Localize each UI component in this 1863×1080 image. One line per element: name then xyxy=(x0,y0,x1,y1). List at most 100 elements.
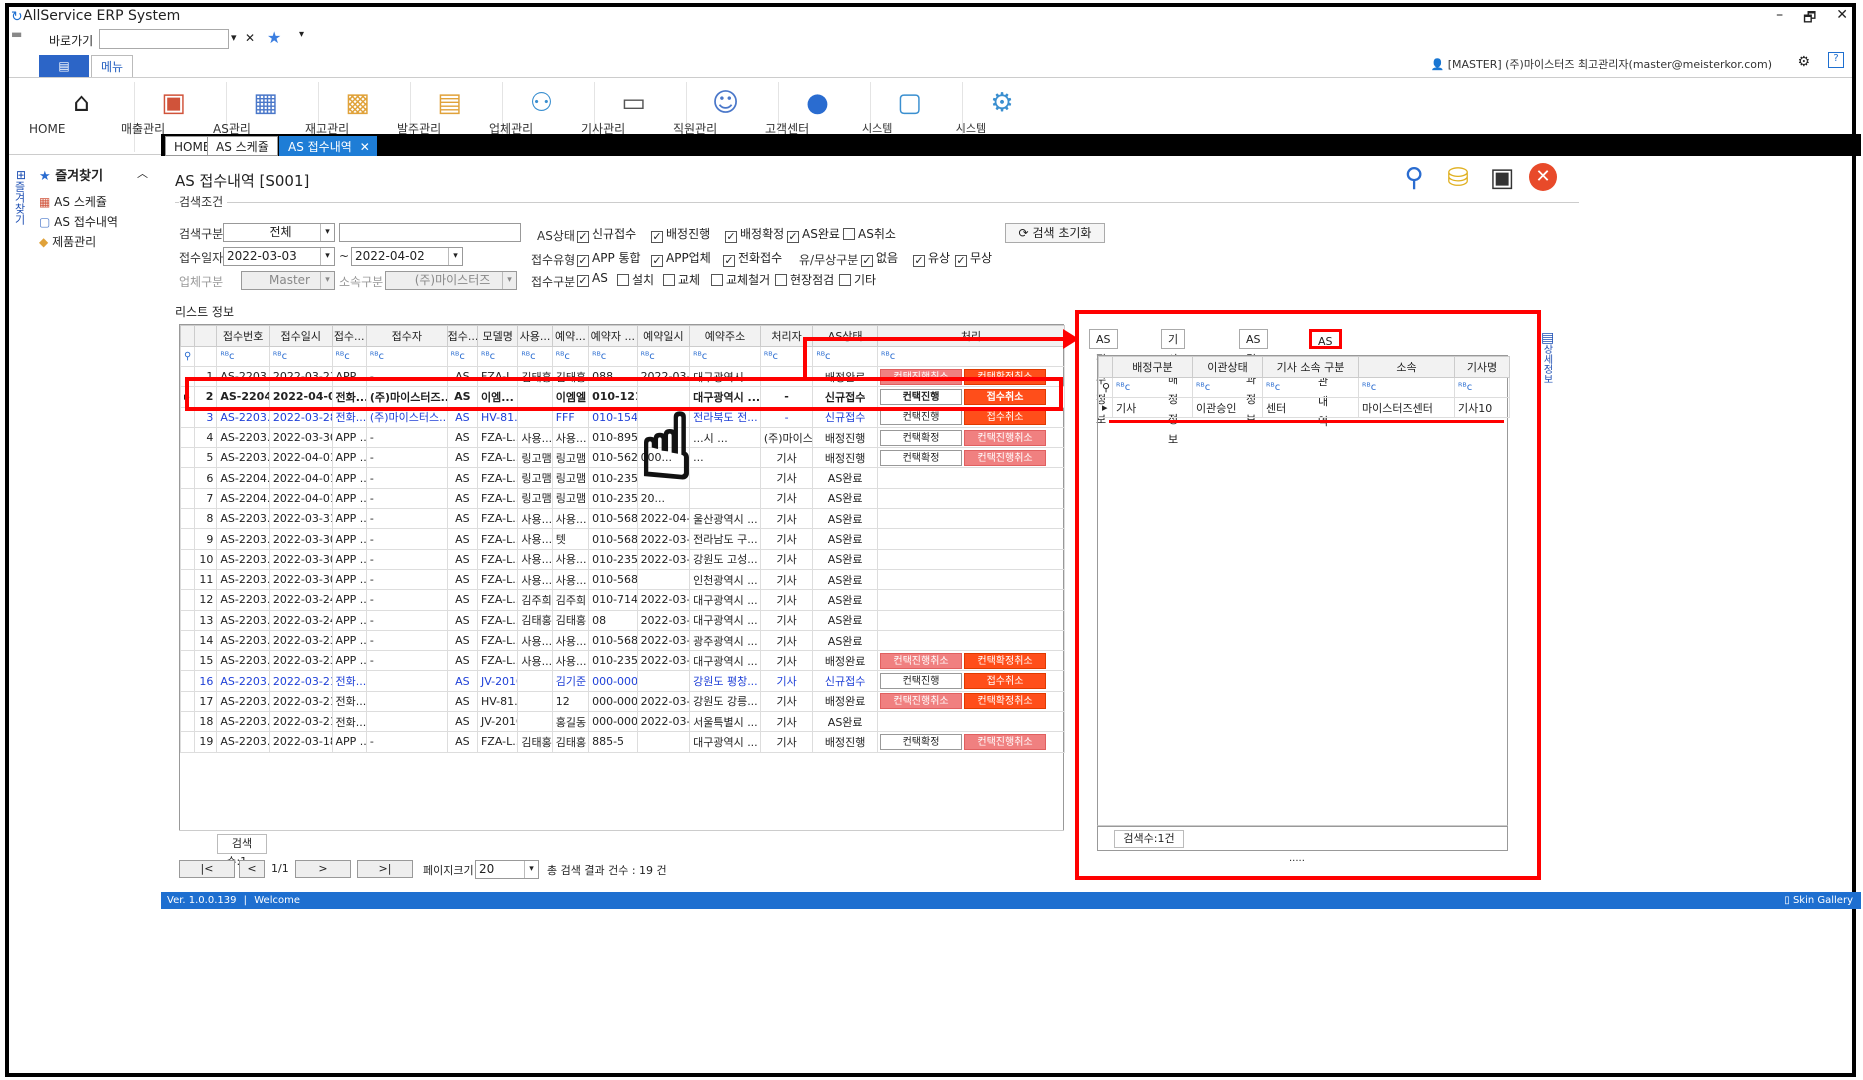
table-row[interactable]: 13AS-2203...2022-03-24...APP ...-ASFZA-L… xyxy=(179,609,1065,631)
favorites-vertical-tab[interactable]: ⊞ 즐겨찾기 xyxy=(13,169,29,225)
add-db-icon[interactable]: ⛁ xyxy=(1443,163,1473,193)
column-header[interactable]: 예약자 ... xyxy=(588,325,638,347)
minimize-button[interactable]: – xyxy=(1776,7,1783,25)
table-row[interactable]: 7AS-2204...2022-04-01...APP ...-ASFZA-L.… xyxy=(179,487,1065,510)
search-text-input[interactable] xyxy=(339,223,521,242)
collapse-icon[interactable]: ︿ xyxy=(137,165,148,181)
restore-button[interactable]: 🗗 xyxy=(1803,7,1816,26)
action-button[interactable]: 컨택확정취소 xyxy=(964,693,1046,710)
menu-tab-menu[interactable]: 메뉴 xyxy=(91,55,133,77)
action-button[interactable]: 컨택확정취소 xyxy=(964,652,1046,669)
as-state-checkbox[interactable]: ✓ 배정확정 xyxy=(725,225,784,243)
table-row[interactable]: 10AS-2203...2022-03-30...APP ...-ASFZA-L… xyxy=(179,548,1065,570)
as-state-checkbox[interactable]: ✓ 신규접수 xyxy=(577,225,636,243)
ribbon-home[interactable]: ⌂ HOME xyxy=(29,82,135,152)
company-select[interactable]: (주)마이스터즈 ▾ xyxy=(385,271,517,290)
goto-dropdown-icon[interactable]: ▾ xyxy=(231,31,237,44)
recv-type-checkbox[interactable]: ✓ 전화접수 xyxy=(723,249,782,267)
filter-cell[interactable]: ᴿᴮc xyxy=(588,346,638,367)
fav-item-as-schedule[interactable]: ▦ AS 스케쥴 xyxy=(39,193,107,210)
table-row[interactable]: 14AS-2203...2022-03-23...APP ...-ASFZA-L… xyxy=(179,629,1065,652)
table-row[interactable]: 6AS-2204...2022-04-01...APP ...-ASFZA-L.… xyxy=(179,467,1065,489)
paid-checkbox[interactable]: ✓ 유상 xyxy=(913,249,950,267)
favorite-star-icon[interactable]: ★ xyxy=(267,28,281,47)
gear-icon[interactable]: ⚙ xyxy=(1797,54,1810,70)
column-header[interactable]: 접수일시 xyxy=(268,325,333,347)
action-button[interactable]: 컨택확정 xyxy=(880,733,962,750)
recv-type-checkbox[interactable]: ✓ APP 통합 xyxy=(577,249,641,267)
table-row[interactable]: 15AS-2203...2022-03-23...APP ...-ASFZA-L… xyxy=(179,650,1065,672)
search-type-select[interactable]: 전체 ▾ xyxy=(223,223,335,242)
table-row[interactable]: 18AS-2203...2022-03-21...전화... ASJV-201C 홍… xyxy=(179,711,1065,733)
reset-search-button[interactable]: ⟳ 검색 초기화 xyxy=(1005,223,1105,243)
action-button[interactable]: 컨택진행취소 xyxy=(880,652,962,669)
action-button[interactable]: 접수취소 xyxy=(964,673,1046,690)
column-header[interactable]: 접수... xyxy=(331,325,367,347)
detail-side-tab[interactable]: ▤ 상세정보 xyxy=(1541,331,1555,384)
table-row[interactable]: 4AS-2203...2022-03-30...APP ...-ASFZA-L.… xyxy=(179,426,1065,449)
goto-input[interactable] xyxy=(99,29,229,49)
page-size-select[interactable]: 20 ▾ xyxy=(475,860,539,879)
recv-kind-checkbox[interactable]: 교체철거 xyxy=(711,271,770,288)
filter-cell[interactable]: ᴿᴮc xyxy=(551,346,590,367)
filter-cell[interactable]: ᴿᴮc xyxy=(812,346,878,367)
filter-cell[interactable]: ᴿᴮc xyxy=(476,346,519,367)
next-page-button[interactable]: > xyxy=(295,860,351,878)
action-button[interactable]: 접수취소 xyxy=(964,409,1046,426)
table-row[interactable]: 16AS-2203...2022-03-21...전화... ASJV-201C 김… xyxy=(179,670,1065,692)
as-state-checkbox[interactable]: AS취소 xyxy=(843,225,896,242)
column-header[interactable]: 예약... xyxy=(551,325,590,347)
recv-kind-checkbox[interactable]: ✓ AS xyxy=(577,271,608,287)
filter-cell[interactable]: ᴿᴮc xyxy=(365,346,448,367)
prev-page-button[interactable]: < xyxy=(239,860,265,878)
filter-cell[interactable]: ᴿᴮc xyxy=(268,346,333,367)
action-button[interactable]: 컨택확정 xyxy=(880,449,962,466)
recv-type-checkbox[interactable]: ✓ APP업체 xyxy=(651,249,711,267)
column-header[interactable]: 사용... xyxy=(517,325,553,347)
date-to-input[interactable]: 2022-04-02 ▾ xyxy=(351,247,463,266)
close-page-icon[interactable]: ✕ xyxy=(1529,163,1557,191)
action-button[interactable]: 컨택진행 xyxy=(880,673,962,690)
column-header[interactable] xyxy=(194,325,218,347)
action-button[interactable]: 컨택진행취소 xyxy=(964,429,1046,446)
company-type-select[interactable]: Master ▾ xyxy=(241,271,335,290)
pin-icon[interactable]: ▾ xyxy=(299,29,304,40)
table-row[interactable]: 17AS-2203...2022-03-21...전화... ASHV-81...… xyxy=(179,690,1065,713)
table-row[interactable]: 8AS-2203...2022-03-31...APP ...-ASFZA-L.… xyxy=(179,508,1065,530)
help-icon[interactable]: ? xyxy=(1828,52,1844,68)
filter-cell[interactable]: ᴿᴮc xyxy=(636,346,691,367)
action-button[interactable]: 컨택진행취소 xyxy=(964,733,1046,750)
save-icon[interactable]: ▣ xyxy=(1487,163,1517,193)
action-button[interactable]: 컨택확정 xyxy=(880,429,962,446)
date-from-input[interactable]: 2022-03-03 ▾ xyxy=(223,247,335,266)
filter-cell[interactable]: ᴿᴮc xyxy=(517,346,553,367)
last-page-button[interactable]: >| xyxy=(357,860,413,878)
column-header[interactable]: 예약일시 xyxy=(636,325,691,347)
as-state-checkbox[interactable]: ✓ AS완료 xyxy=(787,225,840,243)
tab-as-receipt[interactable]: AS 접수내역 ✕ xyxy=(279,136,377,156)
recv-kind-checkbox[interactable]: 현장점검 xyxy=(775,271,834,288)
recv-kind-checkbox[interactable]: 교체 xyxy=(663,271,700,288)
tab-close-icon[interactable]: ✕ xyxy=(360,137,370,157)
fav-item-products[interactable]: ◆ 제품관리 xyxy=(39,233,96,250)
column-header[interactable]: 처리 xyxy=(877,325,1065,347)
goto-clear-icon[interactable]: ✕ xyxy=(245,31,255,45)
menu-tab-grid[interactable]: ▤ xyxy=(39,55,89,77)
column-header[interactable]: 접수자 xyxy=(365,325,448,347)
action-button[interactable]: 컨택진행취소 xyxy=(880,693,962,710)
action-button[interactable]: 컨택진행취소 xyxy=(964,449,1046,466)
close-button[interactable]: ✕ xyxy=(1836,7,1848,25)
table-row[interactable]: 19AS-2203...2022-03-18...APP ...-ASFZA-L… xyxy=(179,731,1065,753)
table-row[interactable]: 9AS-2203...2022-03-30...APP ...-ASFZA-L.… xyxy=(179,528,1065,550)
column-header[interactable] xyxy=(179,325,196,347)
user-search-icon[interactable]: ⚲ xyxy=(1399,163,1429,193)
filter-cell[interactable]: ᴿᴮc xyxy=(216,346,270,367)
column-header[interactable]: AS상태 xyxy=(812,325,878,347)
first-page-button[interactable]: |< xyxy=(179,860,235,878)
table-row[interactable]: 11AS-2203...2022-03-30...APP ...-ASFZA-L… xyxy=(179,568,1065,591)
column-header[interactable]: 모델명 xyxy=(476,325,519,347)
tab-as-schedule[interactable]: AS 스케쥴 xyxy=(207,136,278,156)
recv-kind-checkbox[interactable]: 기타 xyxy=(839,271,876,288)
filter-cell[interactable]: ᴿᴮc xyxy=(689,346,761,367)
as-state-checkbox[interactable]: ✓ 배정진행 xyxy=(651,225,710,243)
